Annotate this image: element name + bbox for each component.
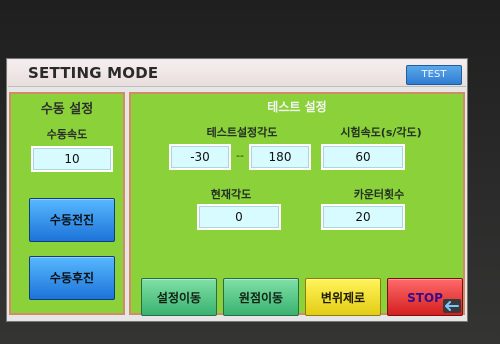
manual-settings-panel: 수동 설정 수동속도 10 수동전진 수동후진 xyxy=(9,92,125,315)
angle-to-field[interactable]: 180 xyxy=(249,144,311,170)
test-set-angle-label: 테스트설정각도 xyxy=(206,126,278,139)
test-speed-field[interactable]: 60 xyxy=(321,144,405,170)
move-setpoint-button[interactable]: 설정이동 xyxy=(141,278,217,316)
counter-field[interactable]: 20 xyxy=(321,204,405,230)
current-angle-field: 0 xyxy=(197,204,281,230)
test-settings-panel: 테스트 설정 테스트설정각도 시험속도(s/각도) -30 -- 180 60 … xyxy=(129,92,465,316)
title-bar: SETTING MODE TEST xyxy=(8,60,466,87)
current-angle-label: 현재각도 xyxy=(210,188,252,201)
manual-forward-button[interactable]: 수동전진 xyxy=(29,198,115,242)
angle-range-separator: -- xyxy=(236,149,244,162)
manual-backward-button[interactable]: 수동후진 xyxy=(29,256,115,300)
hmi-screen: SETTING MODE TEST 수동 설정 수동속도 10 수동전진 수동후… xyxy=(6,58,468,322)
manual-settings-title: 수동 설정 xyxy=(40,102,94,117)
test-button[interactable]: TEST xyxy=(406,65,462,85)
test-speed-label: 시험속도(s/각도) xyxy=(340,126,422,139)
counter-label: 카운터횟수 xyxy=(353,188,405,201)
move-origin-button[interactable]: 원점이동 xyxy=(223,278,299,316)
manual-speed-label: 수동속도 xyxy=(46,128,88,141)
angle-from-field[interactable]: -30 xyxy=(169,144,231,170)
manual-speed-field[interactable]: 10 xyxy=(31,146,113,172)
page-title: SETTING MODE xyxy=(28,64,159,82)
test-settings-title: 테스트 설정 xyxy=(267,100,327,114)
back-arrow-glyph-icon xyxy=(445,301,459,311)
back-arrow-icon[interactable] xyxy=(443,299,461,313)
zero-displacement-button[interactable]: 변위제로 xyxy=(305,278,381,316)
